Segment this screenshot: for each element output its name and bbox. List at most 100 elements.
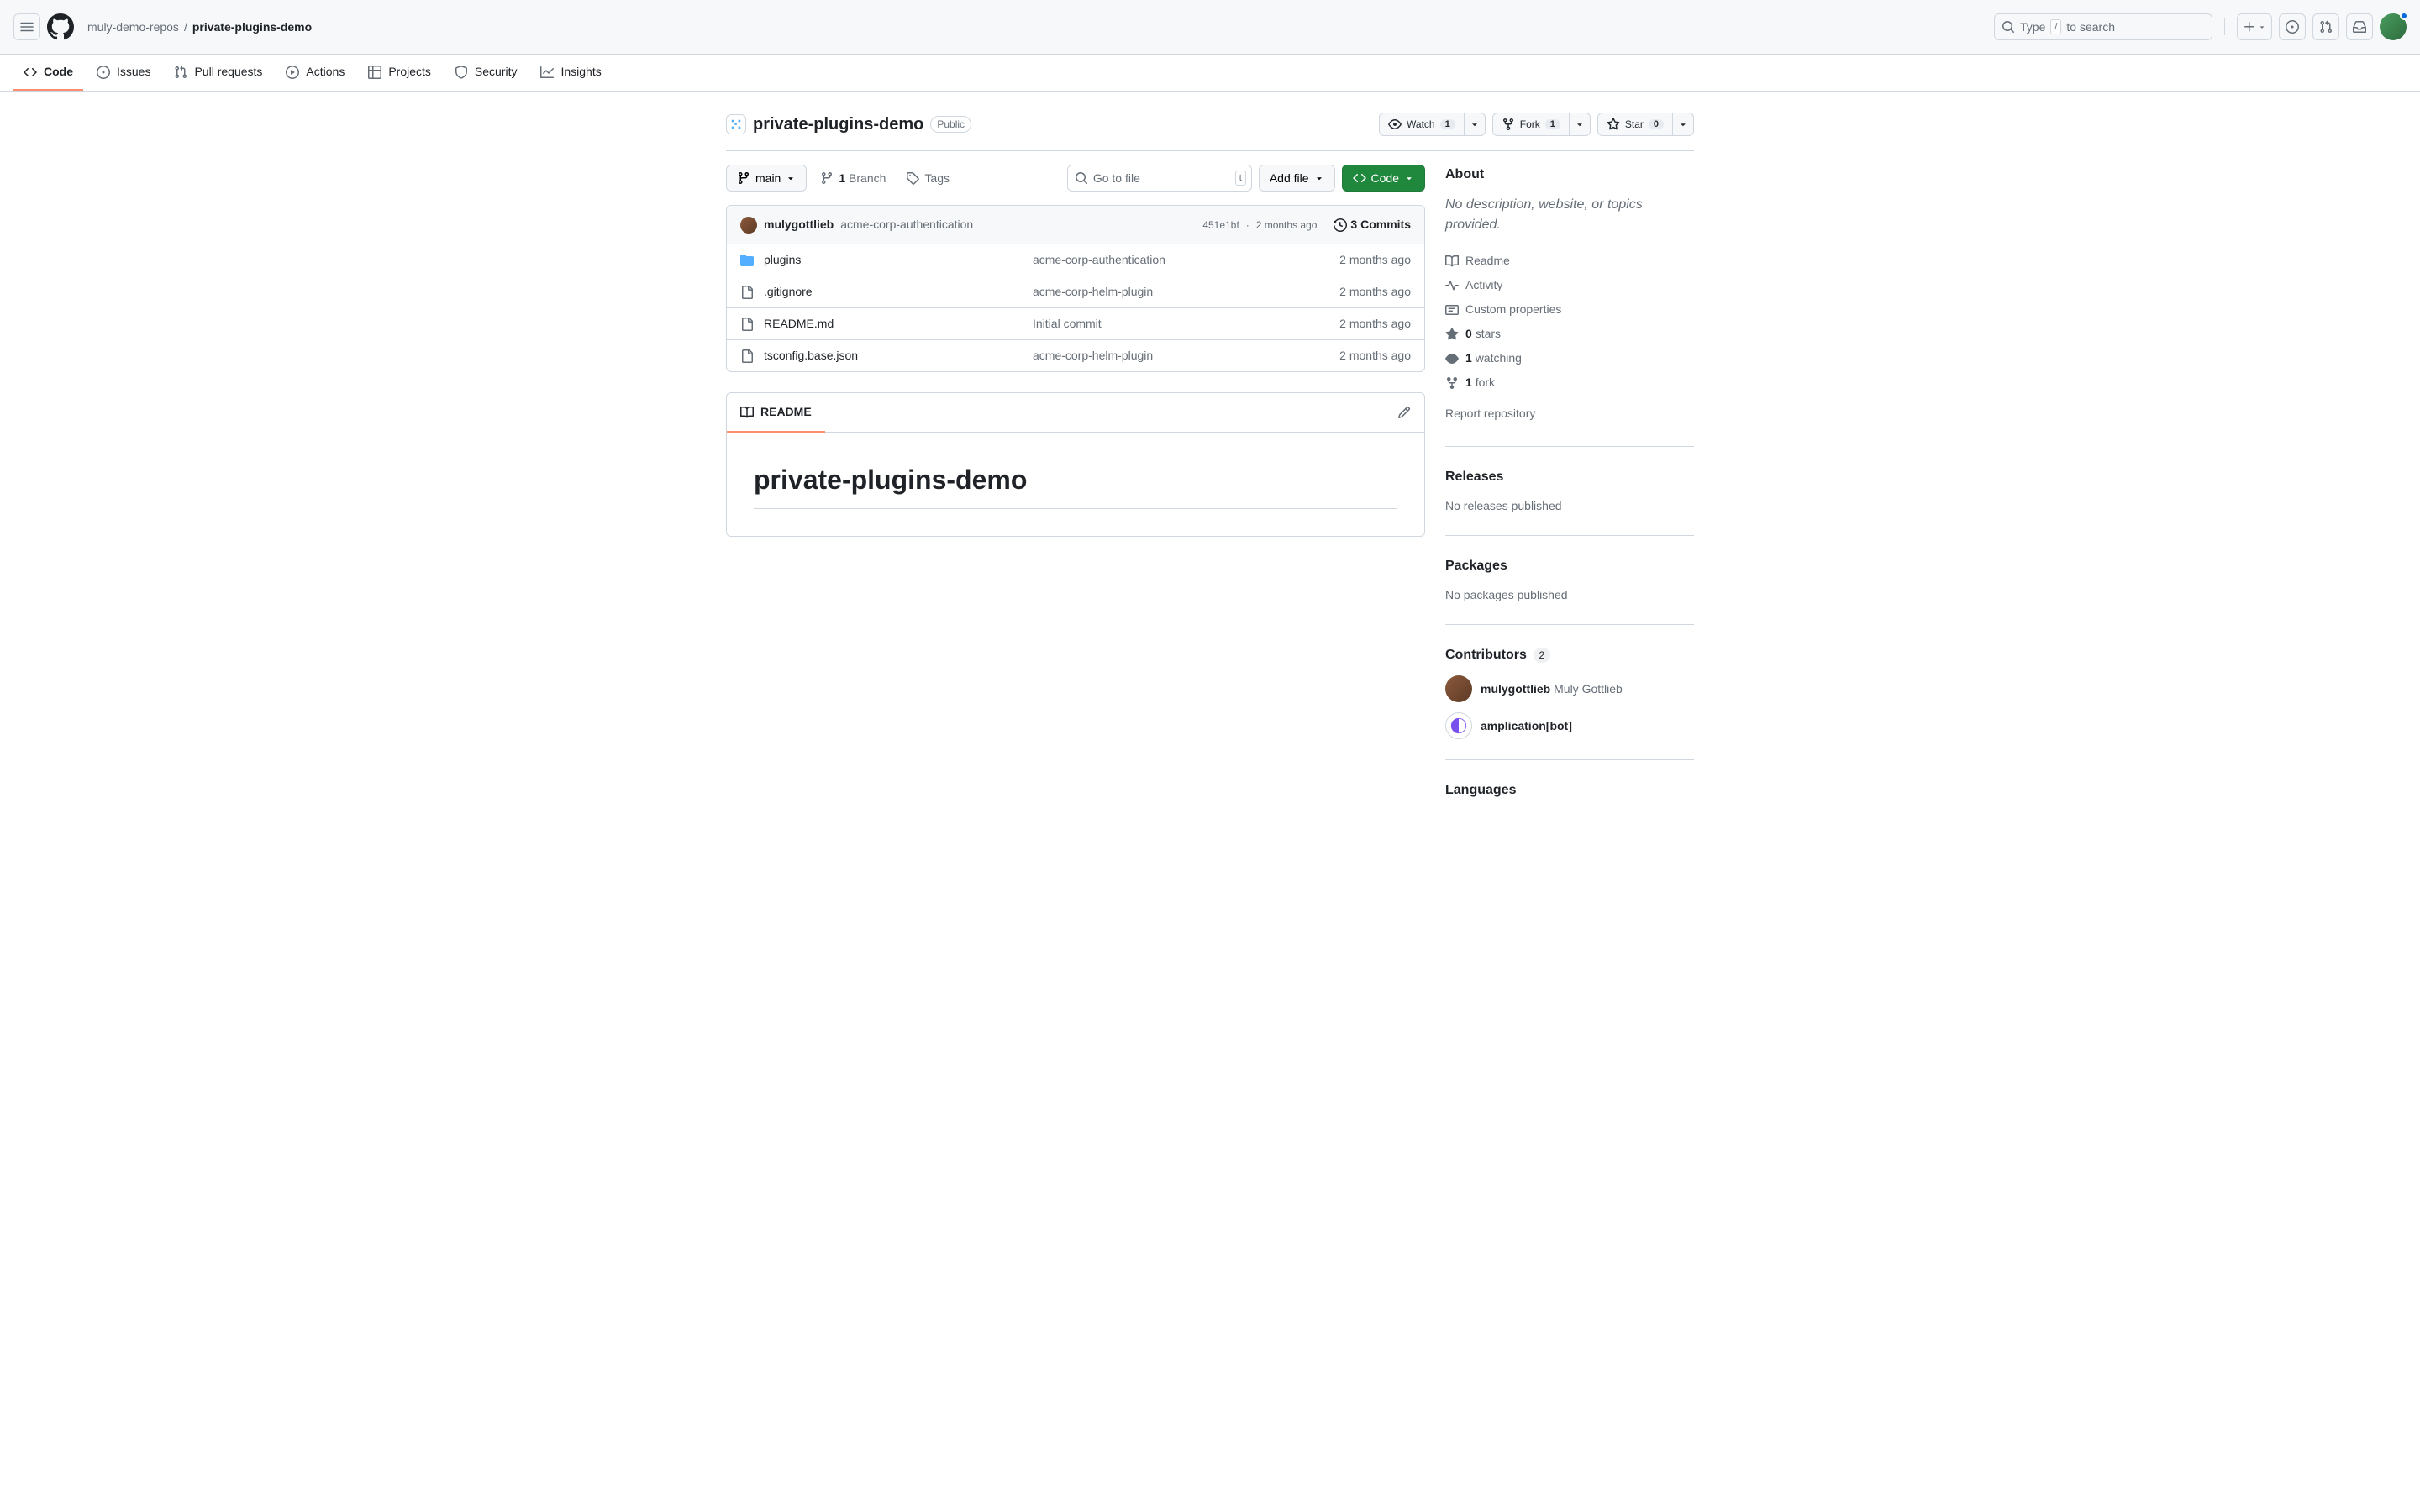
go-to-file-input[interactable]: Go to file t (1067, 165, 1252, 192)
tab-actions-label: Actions (306, 63, 345, 81)
readme-tab[interactable]: README (727, 393, 825, 433)
github-logo[interactable] (47, 13, 74, 40)
contributor-row[interactable]: mulygottlieb Muly Gottlieb (1445, 675, 1694, 702)
file-commit-message[interactable]: Initial commit (1033, 315, 1339, 333)
triangle-down-icon (1678, 119, 1688, 129)
tab-code[interactable]: Code (13, 55, 83, 91)
commit-sha[interactable]: 451e1bf (1202, 218, 1239, 233)
languages-title: Languages (1445, 780, 1694, 801)
code-button[interactable]: Code (1342, 165, 1425, 192)
github-mark-icon (47, 13, 74, 40)
git-pull-request-icon (174, 66, 187, 79)
file-age: 2 months ago (1339, 315, 1411, 333)
branch-name: main (755, 171, 781, 185)
file-name-link[interactable]: plugins (764, 253, 801, 266)
fork-button[interactable]: Fork 1 (1492, 113, 1570, 136)
add-file-button[interactable]: Add file (1259, 165, 1335, 192)
commit-author[interactable]: mulygottlieb (764, 216, 834, 234)
breadcrumb-owner[interactable]: muly-demo-repos (87, 18, 179, 36)
search-input[interactable]: Type / to search (1994, 13, 2212, 40)
releases-title[interactable]: Releases (1445, 467, 1694, 487)
file-icon (740, 286, 754, 299)
commit-author-avatar[interactable] (740, 217, 757, 234)
file-row: tsconfig.base.json acme-corp-helm-plugin2… (727, 340, 1424, 371)
search-icon (2002, 20, 2015, 34)
star-dropdown[interactable] (1673, 113, 1694, 136)
breadcrumb-repo[interactable]: private-plugins-demo (192, 18, 312, 36)
tab-projects[interactable]: Projects (358, 55, 441, 91)
file-commit-message[interactable]: acme-corp-authentication (1033, 251, 1339, 269)
tab-actions[interactable]: Actions (276, 55, 355, 91)
readme-link[interactable]: Readme (1445, 249, 1694, 273)
watch-dropdown[interactable] (1465, 113, 1486, 136)
star-count: 0 (1649, 119, 1664, 129)
forks-count: 1 (1465, 375, 1472, 389)
file-commit-message[interactable]: acme-corp-helm-plugin (1033, 283, 1339, 301)
commit-separator: · (1246, 218, 1249, 233)
file-age: 2 months ago (1339, 283, 1411, 301)
commit-age: 2 months ago (1256, 218, 1318, 233)
code-button-label: Code (1371, 171, 1399, 185)
triangle-down-icon (2258, 23, 2266, 31)
packages-empty-text: No packages published (1445, 586, 1694, 604)
notifications-button[interactable] (2346, 13, 2373, 40)
commits-count-link[interactable]: 3 Commits (1334, 216, 1411, 234)
file-commit-message[interactable]: acme-corp-helm-plugin (1033, 347, 1339, 365)
contributor-row[interactable]: amplication[bot] (1445, 712, 1694, 739)
tab-pull-requests[interactable]: Pull requests (164, 55, 272, 91)
file-name-link[interactable]: .gitignore (764, 285, 813, 298)
file-age: 2 months ago (1339, 347, 1411, 365)
user-avatar[interactable] (2380, 13, 2407, 40)
file-name-link[interactable]: README.md (764, 317, 834, 330)
activity-link-label: Activity (1465, 276, 1502, 294)
star-button[interactable]: Star 0 (1597, 113, 1673, 136)
book-icon (1445, 255, 1459, 268)
tab-issues[interactable]: Issues (87, 55, 160, 91)
releases-empty-text: No releases published (1445, 497, 1694, 515)
branches-link[interactable]: 1 Branch (813, 170, 892, 187)
header-divider (2224, 18, 2225, 35)
watch-button[interactable]: Watch 1 (1379, 113, 1465, 136)
commits-count-label: 3 Commits (1350, 216, 1411, 234)
contributors-title[interactable]: Contributors 2 (1445, 645, 1694, 665)
hamburger-menu[interactable] (13, 13, 40, 40)
pencil-icon (1397, 406, 1411, 419)
triangle-down-icon (786, 173, 796, 183)
tab-insights[interactable]: Insights (530, 55, 611, 91)
tab-security[interactable]: Security (445, 55, 528, 91)
issues-button[interactable] (2279, 13, 2306, 40)
watch-count: 1 (1440, 119, 1455, 129)
inbox-icon (2353, 20, 2366, 34)
contributor-avatar (1445, 712, 1472, 739)
repo-icon (726, 114, 746, 134)
create-new-button[interactable] (2237, 13, 2272, 40)
fork-dropdown[interactable] (1570, 113, 1591, 136)
tags-link[interactable]: Tags (899, 170, 956, 187)
watching-link[interactable]: 1 watching (1445, 346, 1694, 370)
commit-message[interactable]: acme-corp-authentication (840, 216, 973, 234)
triangle-down-icon (1575, 119, 1585, 129)
star-icon (1445, 328, 1459, 341)
repo-pixel-icon (730, 118, 742, 130)
custom-properties-link[interactable]: Custom properties (1445, 297, 1694, 322)
report-repository-link[interactable]: Report repository (1445, 402, 1694, 426)
issue-opened-icon (97, 66, 110, 79)
about-description: No description, website, or topics provi… (1445, 195, 1694, 235)
packages-title[interactable]: Packages (1445, 556, 1694, 576)
notification-dot (2400, 12, 2408, 20)
contributors-title-label: Contributors (1445, 645, 1527, 665)
pulse-icon (1445, 279, 1459, 292)
custom-properties-label: Custom properties (1465, 301, 1561, 318)
watching-count: 1 (1465, 351, 1472, 365)
stars-link[interactable]: 0 stars (1445, 322, 1694, 346)
branch-selector[interactable]: main (726, 165, 807, 192)
triangle-down-icon (1404, 173, 1414, 183)
tab-insights-label: Insights (560, 63, 601, 81)
eye-icon (1445, 352, 1459, 365)
activity-link[interactable]: Activity (1445, 273, 1694, 297)
file-name-link[interactable]: tsconfig.base.json (764, 349, 858, 362)
star-icon (1607, 118, 1620, 131)
forks-link[interactable]: 1 fork (1445, 370, 1694, 395)
pull-requests-button[interactable] (2312, 13, 2339, 40)
edit-readme-button[interactable] (1384, 399, 1424, 426)
